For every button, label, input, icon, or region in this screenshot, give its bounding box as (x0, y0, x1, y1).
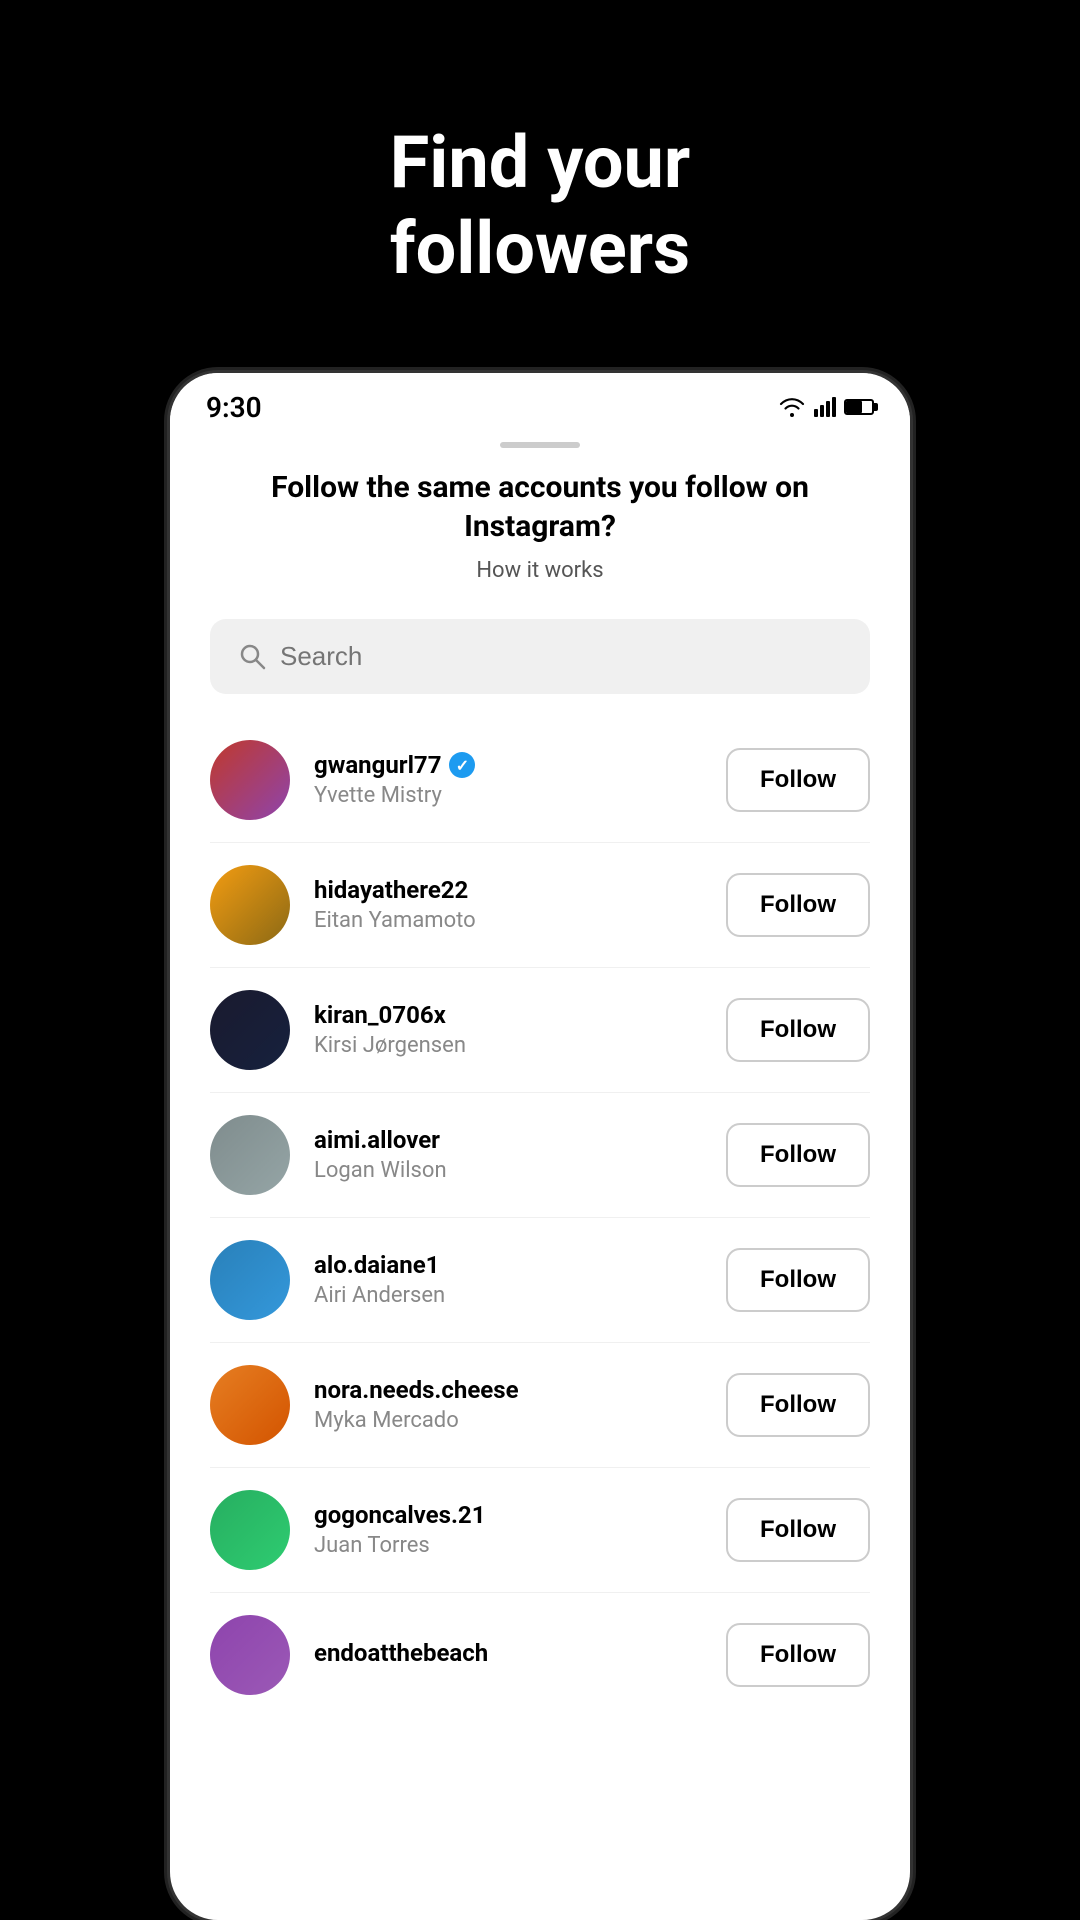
user-list: gwangurl77✓Yvette MistryFollowhidayather… (210, 718, 870, 1705)
username: gwangurl77 (314, 751, 441, 779)
status-icons (778, 397, 874, 417)
user-info: gogoncalves.21 Juan Torres (314, 1501, 726, 1558)
phone-frame: 9:30 Follow the same account (170, 373, 910, 1920)
username: hidayathere22 (314, 876, 468, 904)
avatar (210, 990, 290, 1070)
follow-button[interactable]: Follow (726, 1248, 870, 1312)
drag-handle (500, 442, 580, 448)
display-name: Logan Wilson (314, 1158, 726, 1183)
user-item: hidayathere22 Eitan YamamotoFollow (210, 843, 870, 968)
verified-badge-icon: ✓ (449, 752, 475, 778)
sheet-content: Follow the same accounts you follow on I… (170, 468, 910, 1745)
follow-button[interactable]: Follow (726, 998, 870, 1062)
follow-button[interactable]: Follow (726, 748, 870, 812)
search-icon (238, 642, 266, 670)
display-name: Yvette Mistry (314, 783, 726, 808)
how-it-works-link[interactable]: How it works (210, 558, 870, 583)
user-item: endoatthebeach Follow (210, 1593, 870, 1705)
user-item: gwangurl77 ✓ Yvette MistryFollow (210, 718, 870, 843)
username: gogoncalves.21 (314, 1501, 485, 1529)
search-bar[interactable] (210, 619, 870, 694)
user-info: gwangurl77 ✓ Yvette Mistry (314, 751, 726, 808)
signal-icon (814, 397, 836, 417)
user-info: endoatthebeach (314, 1639, 726, 1671)
wifi-icon (778, 397, 806, 417)
user-item: gogoncalves.21 Juan TorresFollow (210, 1468, 870, 1593)
username: endoatthebeach (314, 1639, 488, 1667)
avatar (210, 1240, 290, 1320)
display-name: Eitan Yamamoto (314, 908, 726, 933)
hero-title: Find your followers (390, 120, 690, 293)
user-info: hidayathere22 Eitan Yamamoto (314, 876, 726, 933)
avatar (210, 1365, 290, 1445)
display-name: Kirsi Jørgensen (314, 1033, 726, 1058)
user-item: aimi.allover Logan WilsonFollow (210, 1093, 870, 1218)
username: nora.needs.cheese (314, 1376, 519, 1404)
avatar (210, 1115, 290, 1195)
avatar (210, 1615, 290, 1695)
battery-icon (844, 399, 874, 415)
follow-button[interactable]: Follow (726, 1373, 870, 1437)
follow-button[interactable]: Follow (726, 873, 870, 937)
username: kiran_0706x (314, 1001, 446, 1029)
status-bar: 9:30 (170, 373, 910, 434)
user-item: nora.needs.cheese Myka MercadoFollow (210, 1343, 870, 1468)
search-input[interactable] (280, 641, 842, 672)
display-name: Myka Mercado (314, 1408, 726, 1433)
avatar (210, 1490, 290, 1570)
username: aimi.allover (314, 1126, 440, 1154)
follow-button[interactable]: Follow (726, 1123, 870, 1187)
username: alo.daiane1 (314, 1251, 439, 1279)
user-item: alo.daiane1 Airi AndersenFollow (210, 1218, 870, 1343)
user-info: aimi.allover Logan Wilson (314, 1126, 726, 1183)
avatar (210, 740, 290, 820)
follow-button[interactable]: Follow (726, 1623, 870, 1687)
display-name: Airi Andersen (314, 1283, 726, 1308)
display-name: Juan Torres (314, 1533, 726, 1558)
sheet-title: Follow the same accounts you follow on I… (210, 468, 870, 546)
user-info: nora.needs.cheese Myka Mercado (314, 1376, 726, 1433)
avatar (210, 865, 290, 945)
user-item: kiran_0706x Kirsi JørgensenFollow (210, 968, 870, 1093)
user-info: alo.daiane1 Airi Andersen (314, 1251, 726, 1308)
user-info: kiran_0706x Kirsi Jørgensen (314, 1001, 726, 1058)
follow-button[interactable]: Follow (726, 1498, 870, 1562)
status-time: 9:30 (206, 391, 262, 424)
